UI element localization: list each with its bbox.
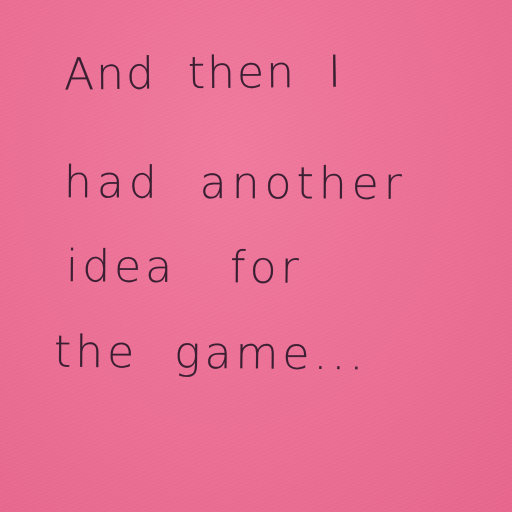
note-line-1: And then I [63,46,344,101]
note-line-3: idea for [65,241,303,294]
sticky-note: And then I had another idea for the game… [0,0,512,512]
note-line-4: the game... [53,326,368,381]
note-line-2: had another [63,157,407,210]
